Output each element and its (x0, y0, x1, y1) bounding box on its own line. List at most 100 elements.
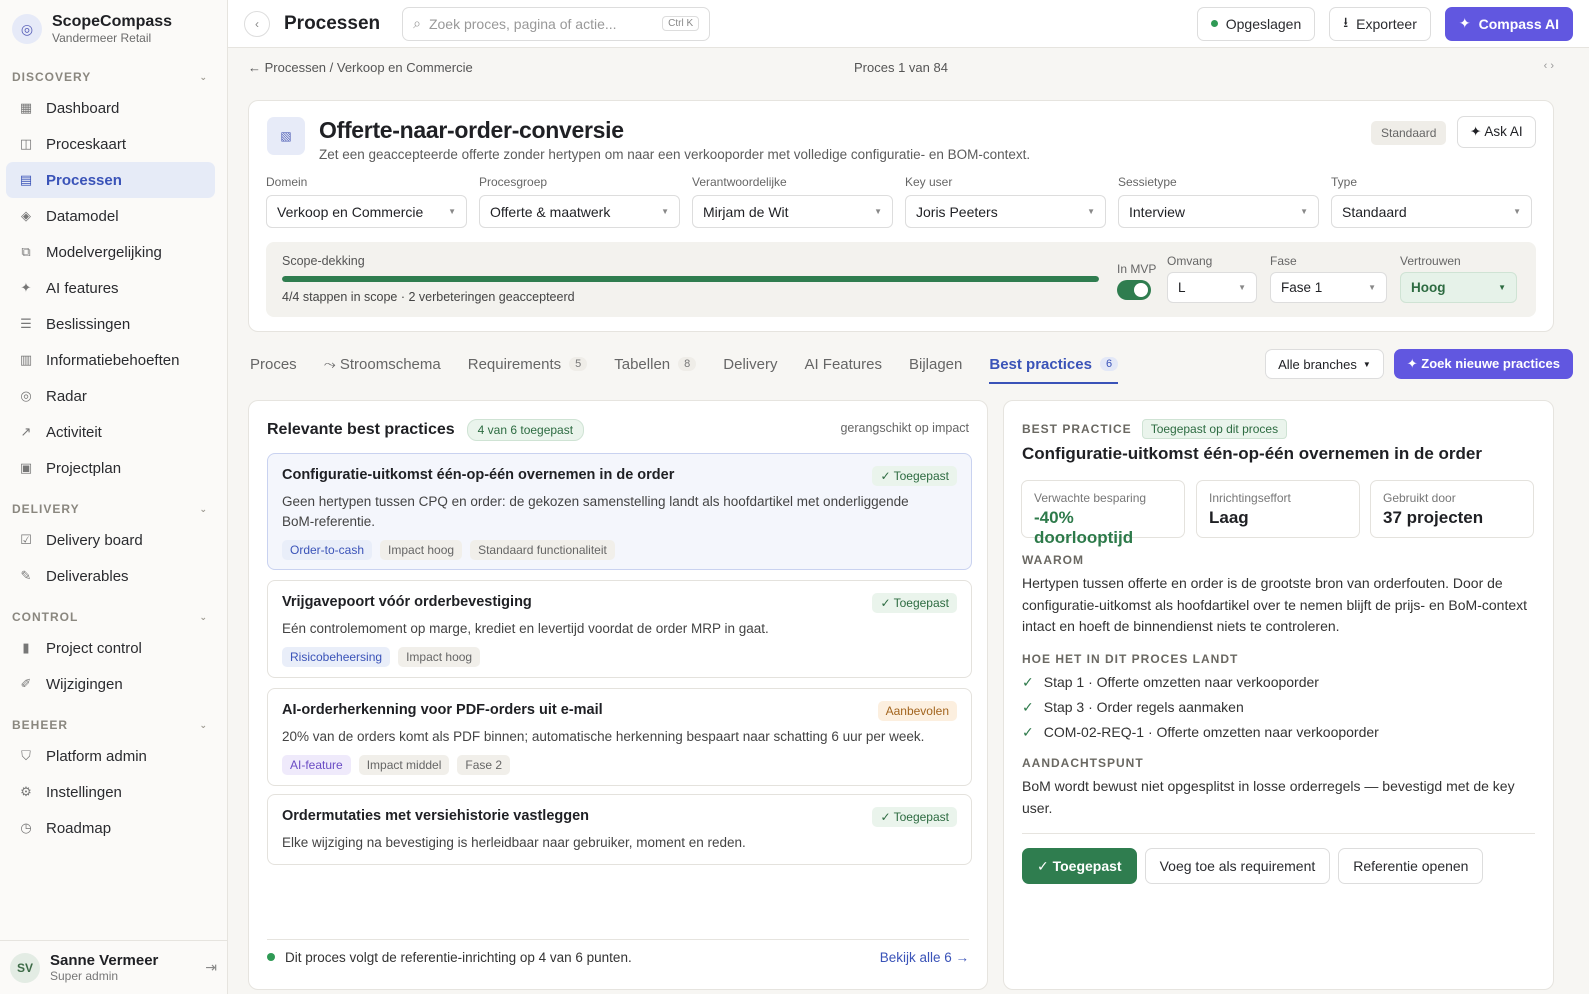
sidebar-item-informatiebehoeften[interactable]: ▥ Informatiebehoeften (6, 342, 215, 378)
checkbox-icon: ☑ (20, 532, 32, 547)
process-card: ▧ Offerte-naar-order-conversie Zet een g… (248, 100, 1554, 332)
sidebar-item-delivery-board[interactable]: ☑ Delivery board (6, 522, 215, 558)
export-button[interactable]: ⭳ Exporteer (1329, 6, 1431, 41)
prev-next-nav[interactable]: ‹ › (1544, 60, 1554, 72)
sidebar-item-proceskaart[interactable]: ◫ Proceskaart (6, 126, 215, 162)
sidebar-item-activiteit[interactable]: ↗ Activiteit (6, 414, 215, 450)
topbar: ‹ Processen ⌕ Zoek proces, pagina of act… (228, 0, 1589, 48)
tab-best-practices[interactable]: Best practices 6 (989, 346, 1119, 384)
sidebar-item-projectplan[interactable]: ▣ Projectplan (6, 450, 215, 486)
search-input[interactable]: ⌕ Zoek proces, pagina of actie... Ctrl K (402, 6, 711, 41)
breadcrumb: Proces 1 van 84 ← Processen / Verkoop en… (248, 60, 1554, 75)
status-dot (267, 953, 275, 961)
sidebar-item-dashboard[interactable]: ▦ Dashboard (6, 90, 215, 126)
omvang-field: Omvang L ▼ (1167, 254, 1257, 303)
sidebar-item-modelvergelijking[interactable]: ⧉ Modelvergelijking (6, 234, 215, 270)
sidebar-item-instellingen[interactable]: ⚙ Instellingen (6, 774, 215, 810)
logout-icon[interactable]: ⇥ (205, 959, 217, 976)
practice-status-badge: Aanbevolen (877, 701, 957, 721)
sidebar-item-label: Beslissingen (46, 315, 131, 333)
tab-tabellen[interactable]: Tabellen 8 (614, 346, 697, 382)
best-practices-panel: Relevante best practices 4 van 6 toegepa… (248, 400, 988, 990)
sidebar-item-deliverables[interactable]: ✎ Deliverables (6, 558, 215, 594)
add-requirement-button[interactable]: Voeg toe als requirement (1144, 848, 1331, 884)
practice-title: Ordermutaties met versiehistorie vastleg… (282, 808, 590, 824)
find-practices-button[interactable]: ✦ Zoek nieuwe practices (1393, 349, 1573, 379)
how-heading: HOE HET IN DIT PROCES LANDT (1022, 652, 1239, 666)
sidebar-item-label: Instellingen (46, 783, 122, 801)
practice-card[interactable]: AI-orderherkenning voor PDF-orders uit e… (267, 688, 972, 786)
sidebar-item-project-control[interactable]: ▮ Project control (6, 630, 215, 666)
sidebar-item-roadmap[interactable]: ◷ Roadmap (6, 810, 215, 846)
caret-down-icon: ▼ (1087, 207, 1095, 216)
domein-select[interactable]: Verkoop en Commercie ▼ (266, 195, 467, 228)
sidebar-item-processen[interactable]: ▤ Processen (6, 162, 215, 198)
practice-card[interactable]: Vrijgavepoort vóór orderbevestiging ✓ Toe… (267, 580, 972, 678)
open-reference-button[interactable]: Referentie openen (1338, 848, 1484, 884)
nav-section-discovery[interactable]: DISCOVERY ⌄ (0, 64, 227, 90)
procesgroep-select[interactable]: Offerte & maatwerk ▼ (479, 195, 680, 228)
sidebar-item-wijzigingen[interactable]: ✐ Wijzigingen (6, 666, 215, 702)
sidebar-item-datamodel[interactable]: ◈ Datamodel (6, 198, 215, 234)
sparkle-icon: ✦ (20, 280, 32, 295)
how-item-text: Stap 3 · Order regels aanmaken (1043, 699, 1244, 715)
sidebar-item-ai-features[interactable]: ✦ AI features (6, 270, 215, 306)
download-icon: ⭳ (1343, 13, 1349, 30)
pencil-icon: ✎ (20, 568, 32, 583)
field-label: Verantwoordelijke (692, 175, 787, 189)
brand[interactable]: ◎ ScopeCompass Vandermeer Retail (0, 0, 227, 46)
sidebar-item-platform-admin[interactable]: ⛉ Platform admin (6, 738, 215, 774)
user-profile[interactable]: SV Sanne Vermeer Super admin ⇥ (0, 940, 227, 994)
sidebar-item-beslissingen[interactable]: ☰ Beslissingen (6, 306, 215, 342)
fase-select[interactable]: Fase 1 ▼ (1270, 272, 1387, 303)
sidebar-nav: DISCOVERY ⌄ ▦ Dashboard ◫ Proceskaart ▤ Process… (0, 64, 227, 856)
tab-proces[interactable]: Proces (250, 346, 297, 382)
caret-down-icon: ▼ (1238, 283, 1246, 292)
nav-section-beheer[interactable]: BEHEER ⌄ (0, 712, 227, 738)
tab-delivery[interactable]: Delivery (723, 346, 777, 382)
applied-button[interactable]: ✓ Toegepast (1022, 848, 1137, 884)
mvp-toggle[interactable] (1117, 280, 1151, 300)
scope-progress-fill (282, 276, 1099, 282)
view-all-link[interactable]: Bekijk alle 6 → (880, 950, 969, 965)
bar-icon: ▮ (22, 640, 30, 655)
practice-card[interactable]: Configuratie-uitkomst één-op-één overnem… (267, 453, 972, 570)
practice-description: Eén controlemoment op marge, krediet en … (282, 621, 769, 636)
tab-bijlagen[interactable]: Bijlagen (909, 346, 962, 382)
tab-stroomschema[interactable]: ⤳ Stroomschema (324, 346, 441, 382)
key-user-select[interactable]: Joris Peeters ▼ (905, 195, 1106, 228)
collapse-sidebar-button[interactable]: ‹ (244, 10, 270, 37)
nav-section-control[interactable]: CONTROL ⌄ (0, 604, 227, 630)
sidebar: ◎ ScopeCompass Vandermeer Retail DISCOVE… (0, 0, 228, 994)
type-select[interactable]: Standaard ▼ (1331, 195, 1532, 228)
verantwoordelijke-select[interactable]: Mirjam de Wit ▼ (692, 195, 893, 228)
nav-section-delivery[interactable]: DELIVERY ⌄ (0, 496, 227, 522)
omvang-select[interactable]: L ▼ (1167, 272, 1257, 303)
practice-card[interactable]: Ordermutaties met versiehistorie vastleg… (267, 794, 972, 865)
tab-requirements[interactable]: Requirements 5 (468, 346, 588, 382)
sidebar-item-radar[interactable]: ◎ Radar (6, 378, 215, 414)
field-verantwoordelijke: Verantwoordelijke Mirjam de Wit ▼ (692, 175, 893, 228)
tab-ai-features[interactable]: AI Features (804, 346, 882, 382)
sessietype-select[interactable]: Interview ▼ (1118, 195, 1319, 228)
chevron-down-icon: ⌄ (199, 719, 207, 730)
why-heading: WAAROM (1022, 553, 1084, 567)
sort-label[interactable]: gerangschikt op impact (840, 421, 969, 435)
practice-tag: Impact middel (358, 755, 450, 775)
caret-down-icon: ▼ (1513, 207, 1521, 216)
ask-ai-button[interactable]: ✦ Ask AI (1457, 116, 1536, 148)
saved-label: Opgeslagen (1225, 15, 1302, 32)
vertrouwen-select[interactable]: Hoog ▼ (1400, 272, 1517, 303)
compass-ai-button[interactable]: ✦ Compass AI (1444, 6, 1573, 41)
stat-label: Verwachte besparing (1034, 491, 1147, 505)
how-item-text: Stap 1 · Offerte omzetten naar verkoopor… (1043, 674, 1319, 690)
field-procesgroep: Procesgroep Offerte & maatwerk ▼ (479, 175, 680, 228)
nav-section-title: DISCOVERY (12, 70, 92, 84)
chevron-down-icon: ⌄ (199, 503, 207, 514)
saved-button[interactable]: Opgeslagen (1196, 6, 1316, 41)
stat-label: Gebruikt door (1383, 491, 1456, 505)
breadcrumb-back-link[interactable]: ← Processen / Verkoop en Commercie (248, 60, 473, 75)
map-icon: ◫ (19, 136, 33, 151)
branches-filter[interactable]: Alle branches ▼ (1265, 349, 1384, 379)
process-icon: ▧ (267, 117, 305, 155)
